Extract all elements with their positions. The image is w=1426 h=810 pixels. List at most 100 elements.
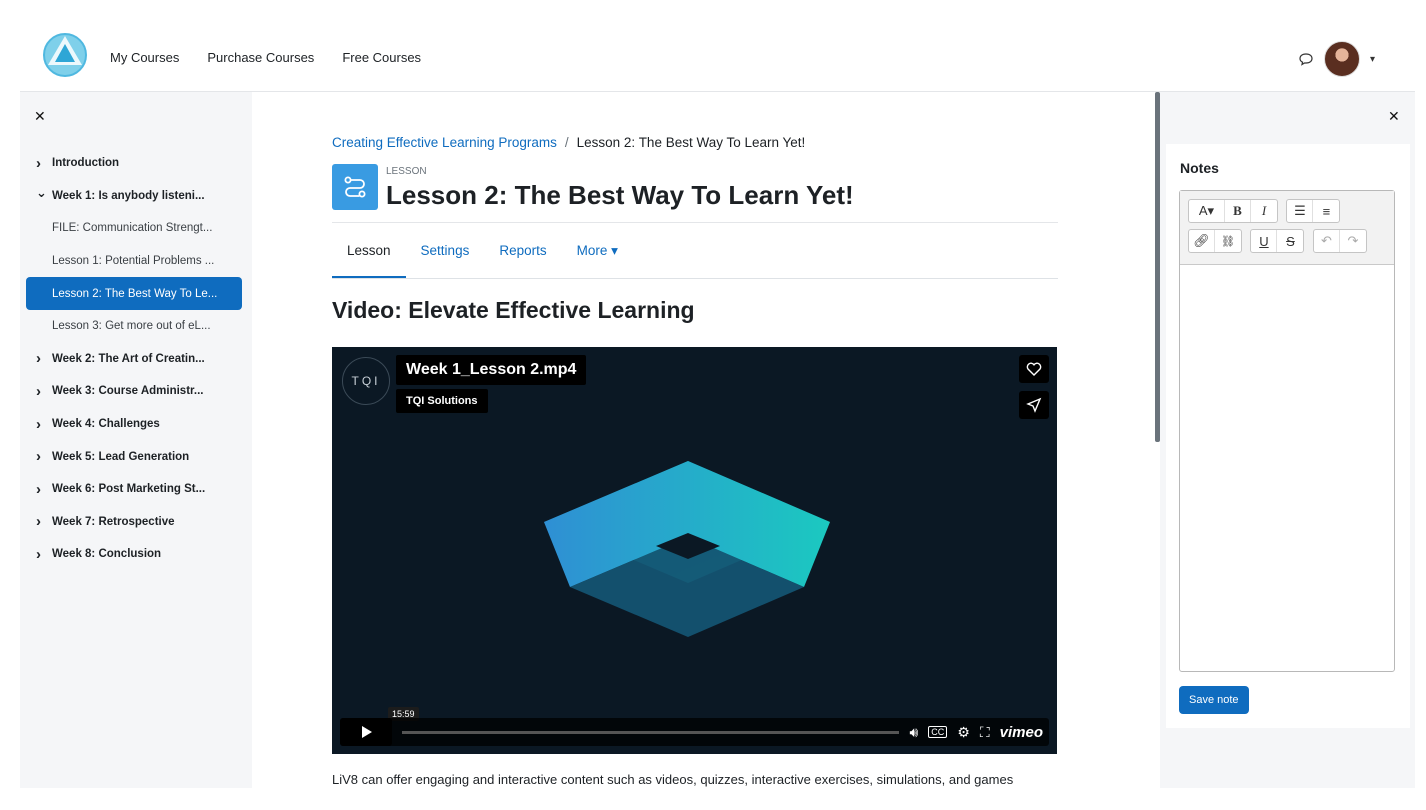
settings-icon[interactable]: ⚙	[957, 724, 970, 741]
course-section-item[interactable]: › Week 5: Lead Generation	[26, 440, 242, 473]
heart-icon	[1026, 362, 1042, 376]
course-section-item[interactable]: › Week 7: Retrospective	[26, 506, 242, 539]
tab-lesson[interactable]: Lesson	[332, 223, 406, 278]
chevron-right-icon[interactable]: ›	[36, 350, 52, 367]
course-index-label: Week 1: Is anybody listeni...	[52, 189, 205, 202]
avatar[interactable]	[1323, 41, 1360, 77]
notes-drawer: ✕ Notes A▾ B I ☰ ≡ 🔗︎ ⛓ U S ↶ ↷ Save not…	[1160, 92, 1415, 788]
app-logo[interactable]	[42, 32, 88, 78]
like-button[interactable]	[1019, 355, 1049, 383]
course-index-label: Week 4: Challenges	[52, 418, 160, 431]
tab-settings[interactable]: Settings	[406, 223, 485, 278]
course-section-item[interactable]: › Week 8: Conclusion	[26, 538, 242, 571]
course-index-label: Week 7: Retrospective	[52, 515, 175, 528]
editor-toolbar: A▾ B I ☰ ≡ 🔗︎ ⛓ U S ↶ ↷	[1180, 191, 1394, 265]
course-index-label: Week 3: Course Administr...	[52, 385, 204, 398]
course-index-label: Week 2: The Art of Creatin...	[52, 352, 205, 365]
tab-more[interactable]: More ▾	[562, 223, 633, 278]
chevron-right-icon[interactable]: ›	[36, 155, 52, 172]
channel-badge[interactable]: TQI	[342, 357, 390, 405]
course-index-label: Introduction	[52, 157, 120, 170]
course-index-label: Lesson 3: Get more out of eL...	[52, 320, 211, 333]
underline-button[interactable]: U	[1251, 230, 1278, 252]
course-index-label: Week 6: Post Marketing St...	[52, 483, 206, 496]
chevron-right-icon[interactable]: ›	[36, 481, 52, 498]
link-group: 🔗︎ ⛓	[1188, 229, 1242, 253]
chevron-right-icon[interactable]: ›	[36, 448, 52, 465]
vimeo-logo[interactable]: vimeo	[1000, 724, 1043, 741]
chevron-right-icon[interactable]: ›	[36, 546, 52, 563]
italic-button[interactable]: I	[1251, 200, 1277, 222]
course-section-item[interactable]: › Week 4: Challenges	[26, 408, 242, 441]
undo-icon[interactable]: ↶	[1314, 230, 1340, 252]
history-group: ↶ ↷	[1312, 229, 1367, 253]
nav-my-courses[interactable]: My Courses	[110, 50, 179, 65]
course-index-drawer: ✕ › Introduction ⌄ Week 1: Is anybody liste…	[20, 92, 252, 788]
play-button[interactable]	[340, 718, 392, 746]
format-group: U S	[1250, 229, 1305, 253]
course-section-item[interactable]: › Week 3: Course Administr...	[26, 375, 242, 408]
secondary-nav-tabs: Lesson Settings Reports More ▾	[332, 222, 1058, 279]
list-group: ☰ ≡	[1286, 199, 1341, 223]
chevron-right-icon[interactable]: ›	[36, 383, 52, 400]
video-control-icons: 🔊︎ CC ⚙ ⛶ vimeo	[909, 724, 1049, 741]
save-note-button[interactable]: Save note	[1179, 686, 1249, 714]
top-navbar: My Courses Purchase Courses Free Courses…	[20, 20, 1415, 92]
course-activity-item[interactable]: Lesson 2: The Best Way To Le...	[26, 277, 242, 310]
close-icon[interactable]: ✕	[34, 108, 46, 125]
section-heading: Video: Elevate Effective Learning	[332, 297, 695, 323]
course-section-item[interactable]: › Week 6: Post Marketing St...	[26, 473, 242, 506]
course-section-item[interactable]: ⌄ Week 1: Is anybody listeni...	[26, 180, 242, 213]
course-index-label: Week 5: Lead Generation	[52, 450, 190, 463]
breadcrumb: Creating Effective Learning Programs / Les…	[332, 135, 805, 150]
play-icon	[362, 726, 372, 738]
progress-bar[interactable]	[402, 730, 900, 734]
font-style-button[interactable]: A▾	[1189, 200, 1225, 222]
video-controls: 🔊︎ CC ⚙ ⛶ vimeo	[340, 718, 1049, 746]
close-icon[interactable]: ✕	[1388, 108, 1400, 125]
notes-textarea[interactable]	[1180, 265, 1394, 670]
breadcrumb-current: Lesson 2: The Best Way To Learn Yet!	[576, 135, 806, 150]
course-index-label: Lesson 2: The Best Way To Le...	[52, 287, 218, 300]
activity-type-label: LESSON	[386, 166, 427, 177]
captions-icon[interactable]: CC	[928, 726, 948, 738]
strikethrough-button[interactable]: S	[1277, 230, 1303, 252]
lesson-body-text: LiV8 can offer engaging and interactive …	[332, 772, 1014, 787]
link-icon[interactable]: 🔗︎	[1189, 230, 1215, 252]
lesson-activity-icon	[332, 164, 378, 210]
header-actions: ▾	[1298, 41, 1375, 77]
share-button[interactable]	[1019, 391, 1049, 419]
notes-editor: A▾ B I ☰ ≡ 🔗︎ ⛓ U S ↶ ↷	[1179, 190, 1395, 672]
font-style-group: A▾ B I	[1188, 199, 1278, 223]
fullscreen-icon[interactable]: ⛶	[980, 724, 990, 741]
volume-icon[interactable]: 🔊︎	[909, 724, 918, 741]
video-player[interactable]: TQI Week 1_Lesson 2.mp4 TQI Solutions 15…	[332, 347, 1057, 754]
numbered-list-icon[interactable]: ≡	[1313, 200, 1339, 222]
course-activity-item[interactable]: Lesson 3: Get more out of eL...	[26, 310, 242, 343]
course-activity-item[interactable]: FILE: Communication Strengt...	[26, 212, 242, 245]
tab-reports[interactable]: Reports	[484, 223, 561, 278]
chevron-right-icon[interactable]: ›	[36, 416, 52, 433]
chevron-right-icon[interactable]: ›	[36, 513, 52, 530]
breadcrumb-course-link[interactable]: Creating Effective Learning Programs	[332, 135, 557, 150]
message-bubble-icon[interactable]	[1298, 51, 1314, 67]
chevron-down-icon[interactable]: ▾	[1370, 54, 1375, 65]
video-title[interactable]: Week 1_Lesson 2.mp4	[396, 355, 587, 385]
share-icon	[1026, 397, 1042, 413]
course-index-list: › Introduction ⌄ Week 1: Is anybody listeni…	[26, 147, 242, 571]
course-section-item[interactable]: › Week 2: The Art of Creatin...	[26, 343, 242, 376]
course-activity-item[interactable]: Lesson 1: Potential Problems ...	[26, 245, 242, 278]
video-owner[interactable]: TQI Solutions	[396, 389, 488, 413]
unlink-icon[interactable]: ⛓	[1215, 230, 1241, 252]
course-index-label: Lesson 1: Potential Problems ...	[52, 255, 215, 268]
bullet-list-icon[interactable]: ☰	[1287, 200, 1314, 222]
nav-free-courses[interactable]: Free Courses	[342, 50, 421, 65]
bold-button[interactable]: B	[1225, 200, 1251, 222]
course-index-label: Week 8: Conclusion	[52, 548, 162, 561]
course-index-label: FILE: Communication Strengt...	[52, 222, 213, 235]
course-section-item[interactable]: › Introduction	[26, 147, 242, 180]
redo-icon[interactable]: ↷	[1340, 230, 1366, 252]
chevron-down-icon[interactable]: ⌄	[36, 185, 52, 201]
page-title: Lesson 2: The Best Way To Learn Yet!	[386, 180, 854, 210]
nav-purchase-courses[interactable]: Purchase Courses	[207, 50, 314, 65]
